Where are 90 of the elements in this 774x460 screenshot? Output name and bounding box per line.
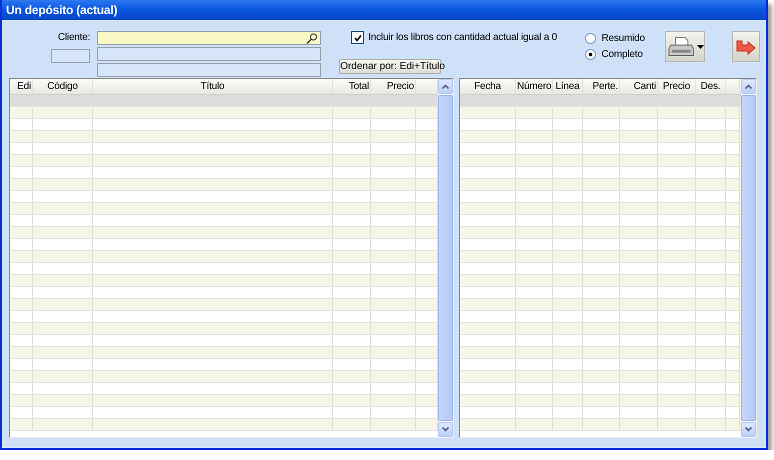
client-label: Cliente: [58,31,90,45]
radio-button[interactable] [585,33,596,44]
table-row[interactable] [460,311,741,323]
table-row[interactable] [10,287,438,299]
scroll-up-button[interactable] [438,79,453,94]
table-row[interactable] [10,143,438,155]
table-row[interactable] [460,323,741,335]
table-row[interactable] [10,107,438,119]
table-row[interactable] [10,179,438,191]
checkbox-label: Incluir los libros con cantidad actual igual a 0 [368,32,558,43]
print-button[interactable] [664,31,705,62]
scroll-up-button[interactable] [741,79,756,94]
caret-icon[interactable] [697,44,704,48]
table-row[interactable] [10,347,438,359]
column-header[interactable]: Precio [658,79,696,94]
table-row[interactable] [10,311,438,323]
table-row[interactable] [460,107,741,119]
radio-label: Completo [601,49,643,60]
table-row[interactable] [10,263,438,275]
scrollbar[interactable] [438,79,453,437]
scrollbar[interactable] [741,79,756,437]
radio-label: Resumido [601,33,645,44]
chevron-down-icon [745,427,752,432]
chevron-up-icon [745,84,752,89]
table-row[interactable] [460,359,741,371]
table-row[interactable] [460,239,741,251]
code-field[interactable] [51,49,90,63]
table-row[interactable] [10,167,438,179]
table-row[interactable] [460,383,741,395]
table-row[interactable] [10,155,438,167]
table-row[interactable] [460,119,741,131]
table-row[interactable] [460,167,741,179]
table-row[interactable] [10,275,438,287]
table-row[interactable] [460,287,741,299]
column-header[interactable]: Número [516,79,553,94]
column-header[interactable]: Edi [10,79,33,94]
table-row[interactable] [460,263,741,275]
column-header[interactable]: Canti [620,79,658,94]
column-header[interactable]: Perte. [583,79,620,94]
table-row[interactable] [460,335,741,347]
table-row[interactable] [460,203,741,215]
table-row[interactable] [460,299,741,311]
printer-icon [668,34,694,58]
table-row[interactable] [10,191,438,203]
table-row[interactable] [10,299,438,311]
table-row[interactable] [10,359,438,371]
table-row[interactable] [460,395,741,407]
exit-button[interactable] [732,31,760,62]
table-row[interactable] [460,227,741,239]
column-header[interactable]: Des. [696,79,726,94]
table-row[interactable] [460,143,741,155]
table-row[interactable] [460,191,741,203]
window-title: Un depósito (actual) [6,3,118,17]
table-row[interactable] [10,323,438,335]
table-row[interactable] [460,347,741,359]
table-row[interactable] [460,251,741,263]
table-row[interactable] [460,215,741,227]
table-row[interactable] [10,335,438,347]
scroll-down-button[interactable] [741,422,756,437]
table-row[interactable] [10,203,438,215]
table-row[interactable] [10,215,438,227]
chevron-up-icon [442,84,449,89]
table-row[interactable] [10,371,438,383]
client-name-field[interactable] [97,47,322,61]
table-row[interactable] [460,155,741,167]
table-row[interactable] [10,383,438,395]
column-header[interactable]: Fecha [460,79,516,94]
table-row[interactable] [10,131,438,143]
arrow-icon [736,38,756,54]
client-address-field[interactable] [97,63,322,77]
checkbox[interactable] [351,31,364,44]
chevron-down-icon [442,427,449,432]
column-header[interactable]: Línea [553,79,583,94]
table-row[interactable] [10,119,438,131]
client-field[interactable] [97,31,322,45]
table-row[interactable] [10,395,438,407]
table-row[interactable] [460,131,741,143]
scroll-down-button[interactable] [438,422,453,437]
column-header[interactable]: Código [33,79,93,94]
table-row[interactable] [460,371,741,383]
table-row[interactable] [460,275,741,287]
table-row[interactable] [10,227,438,239]
search-icon[interactable] [306,32,318,44]
column-header[interactable]: Título [93,79,333,94]
radio-button[interactable] [585,49,596,60]
column-header[interactable]: Total [333,79,371,94]
column-header[interactable]: Precio [371,79,416,94]
table-row[interactable] [10,251,438,263]
table-row[interactable] [460,179,741,191]
table-row[interactable] [10,239,438,251]
